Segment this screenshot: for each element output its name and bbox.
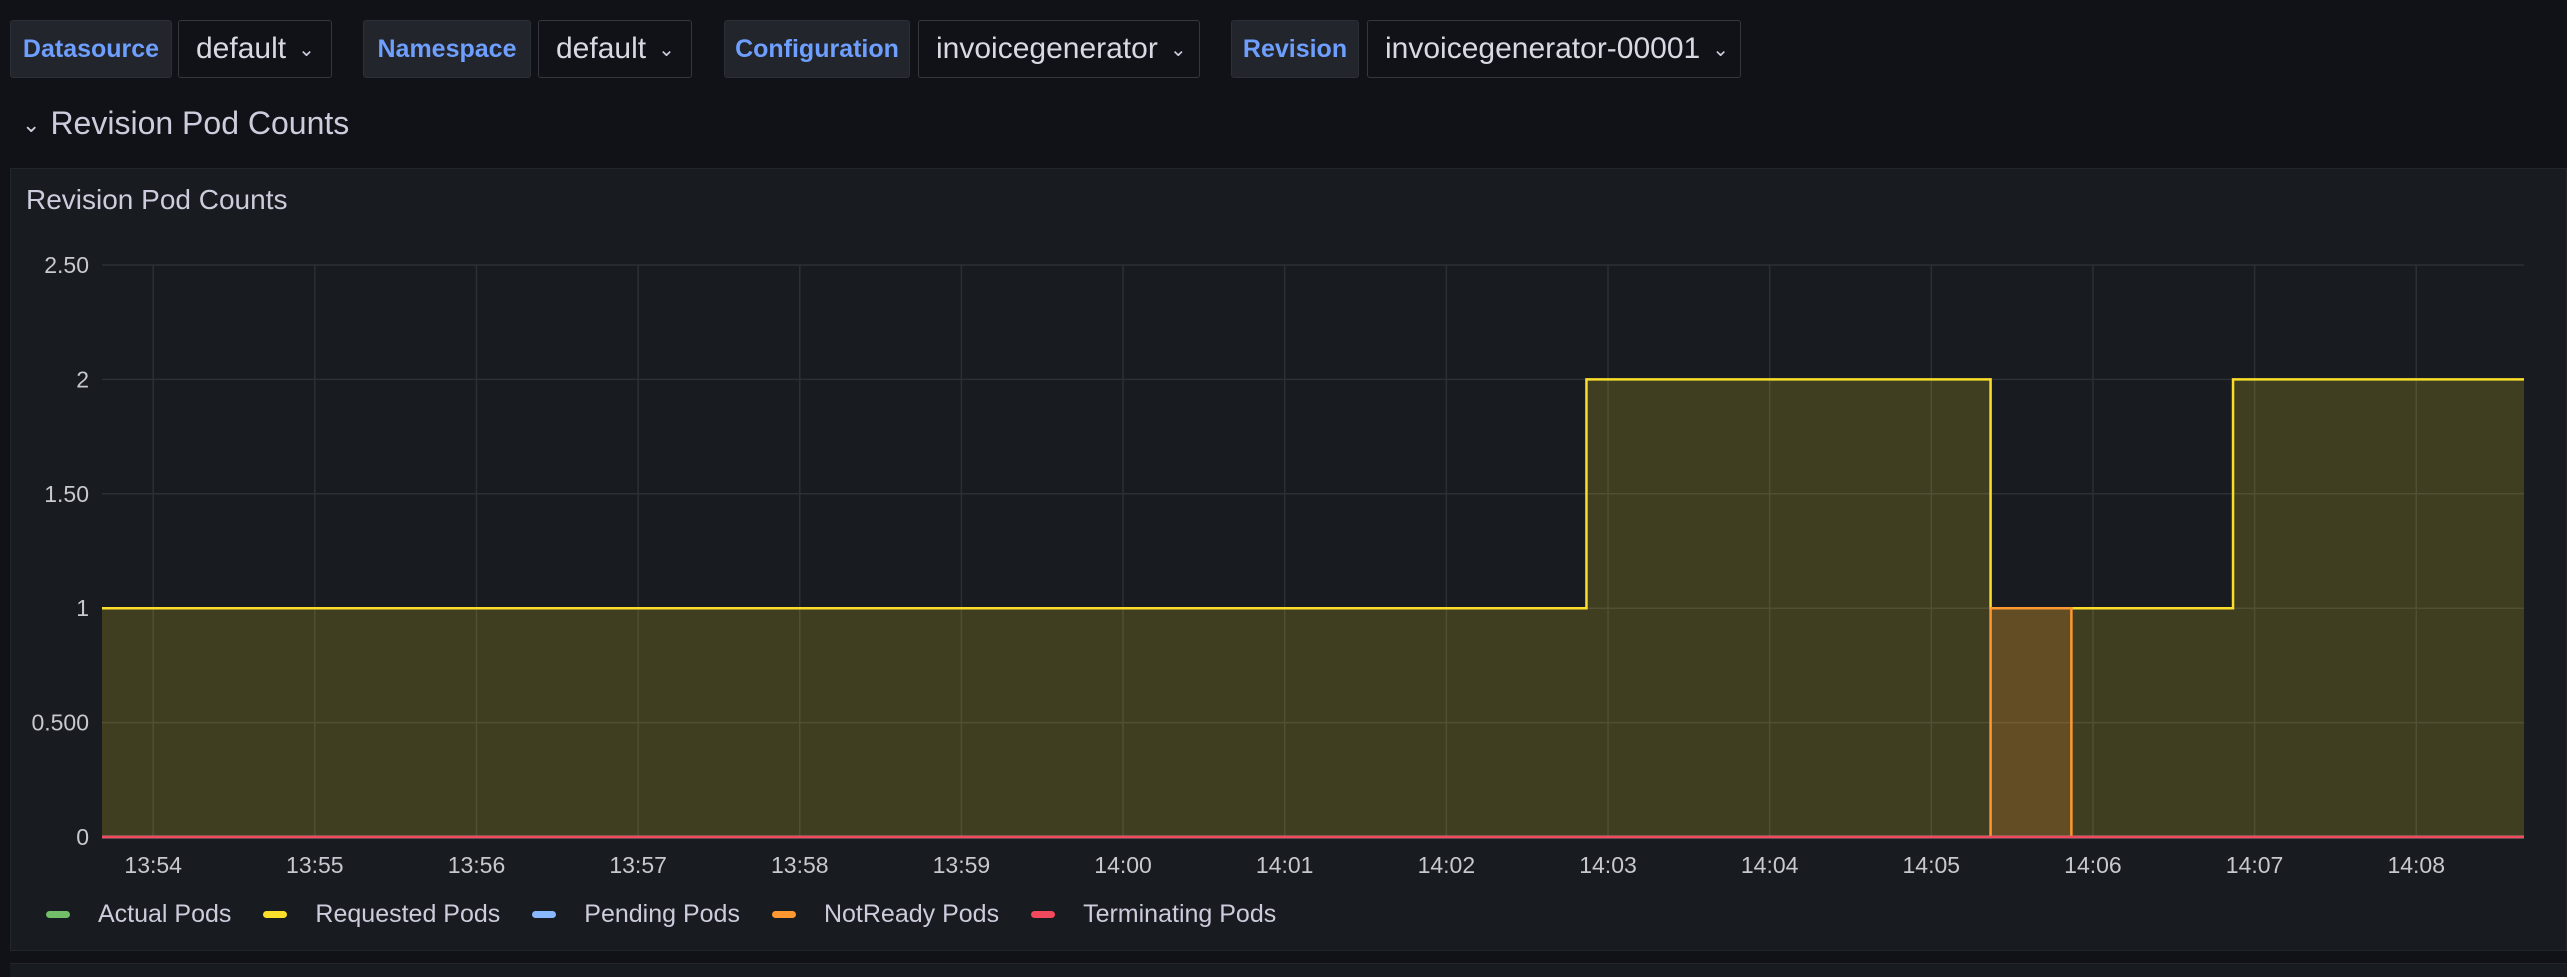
next-panel-edge: [10, 963, 2567, 977]
chevron-down-icon: ⌄: [22, 112, 41, 137]
legend-swatch: [1031, 910, 1056, 918]
chevron-down-icon: ⌄: [1169, 38, 1187, 61]
x-tick-label: 13:56: [448, 852, 506, 878]
datasource-select[interactable]: default ⌄: [178, 20, 332, 78]
legend-label: NotReady Pods: [823, 899, 1000, 928]
x-tick-label: 14:05: [1903, 852, 1961, 878]
y-tick-label: 0: [76, 824, 89, 850]
pod-count-chart: 0 0.500 1 1.50 2 2.50 13:54 13:55 13:56 13:57 13:5…: [31, 252, 2524, 878]
y-tick-label: 1: [76, 595, 89, 621]
x-tick-label: 14:02: [1418, 852, 1476, 878]
x-tick-label: 13:54: [124, 852, 182, 878]
x-tick-label: 14:06: [2064, 852, 2122, 878]
chevron-down-icon: ⌄: [658, 38, 675, 61]
namespace-value: default: [556, 32, 647, 65]
legend-item-terminating-pods[interactable]: Terminating Pods: [1031, 900, 1276, 929]
x-tick-label: 13:55: [286, 852, 344, 878]
legend-label: Pending Pods: [584, 899, 740, 928]
legend-item-notready-pods[interactable]: NotReady Pods: [771, 899, 1000, 929]
legend-item-requested-pods[interactable]: Requested Pods: [263, 900, 500, 929]
datasource-value: default: [196, 32, 287, 65]
legend-item-pending-pods[interactable]: Pending Pods: [532, 900, 740, 929]
configuration-label: Configuration: [724, 20, 910, 78]
datasource-label: Datasource: [10, 20, 172, 78]
y-tick-label: 2.50: [44, 252, 89, 278]
y-tick-label: 0.500: [31, 710, 89, 736]
x-tick-label: 14:03: [1579, 852, 1637, 878]
revision-select[interactable]: invoicegenerator-00001 ⌄: [1367, 20, 1741, 78]
chart-legend: Actual Pods Requested Pods Pending Pods Not…: [46, 897, 1308, 931]
namespace-label: Namespace: [363, 20, 531, 78]
x-tick-label: 14:08: [2387, 852, 2445, 878]
chevron-down-icon: ⌄: [298, 38, 315, 61]
legend-label: Requested Pods: [315, 899, 501, 928]
chevron-down-icon: ⌄: [1712, 38, 1729, 61]
x-tick-label: 14:01: [1256, 852, 1314, 878]
revision-value: invoicegenerator-00001: [1385, 32, 1701, 65]
x-tick-label: 13:57: [609, 852, 667, 878]
legend-swatch: [46, 910, 70, 918]
x-tick-label: 14:04: [1741, 852, 1799, 878]
legend-swatch: [771, 910, 796, 918]
y-tick-label: 2: [76, 366, 89, 392]
chart-panel: Revision Pod Counts 0 0.500 1 1.50 2 2.50 13:5…: [10, 168, 2567, 951]
namespace-select[interactable]: default ⌄: [538, 20, 692, 78]
x-tick-label: 13:59: [933, 852, 991, 878]
variable-bar: Datasource default ⌄ Namespace default ⌄…: [0, 0, 2567, 90]
legend-label: Terminating Pods: [1083, 899, 1277, 928]
x-tick-label: 14:07: [2226, 852, 2284, 878]
legend-item-actual-pods[interactable]: Actual Pods: [46, 900, 231, 929]
row-title: Revision Pod Counts: [50, 104, 350, 141]
legend-label: Actual Pods: [98, 899, 232, 928]
configuration-select[interactable]: invoicegenerator ⌄: [918, 20, 1200, 78]
row-header[interactable]: ⌄ Revision Pod Counts: [22, 100, 349, 146]
y-tick-label: 1.50: [44, 481, 89, 507]
legend-swatch: [532, 910, 557, 918]
x-tick-label: 13:58: [771, 852, 829, 878]
revision-label: Revision: [1231, 20, 1359, 78]
x-tick-label: 14:00: [1094, 852, 1152, 878]
legend-swatch: [263, 910, 288, 918]
configuration-value: invoicegenerator: [936, 32, 1158, 65]
